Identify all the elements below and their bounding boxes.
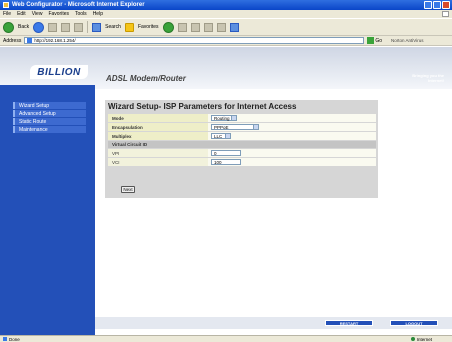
menu-view[interactable]: View <box>32 11 43 17</box>
menu-edit[interactable]: Edit <box>17 11 26 17</box>
sidebar-nav: Wizard Setup Advanced Setup Static Route… <box>0 89 95 335</box>
messenger-icon[interactable] <box>229 22 239 32</box>
back-button-label[interactable]: Back <box>18 24 29 30</box>
page-content: BILLION ADSL Modem/Router Bringing you t… <box>0 47 452 335</box>
multiplex-select-value: LLC <box>214 133 223 139</box>
status-text: Done <box>9 336 20 342</box>
chevron-down-icon <box>225 134 230 138</box>
minimize-button[interactable] <box>424 1 432 9</box>
wizard-title: Wizard Setup- ISP Parameters for Interne… <box>108 102 297 111</box>
ie-icon <box>3 2 9 8</box>
vpi-value-cell: 0 <box>208 149 376 157</box>
menu-bar: File Edit View Favorites Tools Help <box>0 10 452 18</box>
sidebar-item-static-route[interactable]: Static Route <box>13 118 86 125</box>
encapsulation-row: Encapsulation PPPoE <box>108 123 376 131</box>
norton-antivirus-link[interactable]: Norton AntiVirus <box>391 38 423 43</box>
search-button-label[interactable]: Search <box>105 24 121 30</box>
toolbar-separator <box>87 21 89 33</box>
back-arrow-icon[interactable] <box>3 21 14 33</box>
mail-icon[interactable] <box>190 22 200 32</box>
go-button[interactable]: Go <box>367 37 382 44</box>
security-zone: Internet <box>410 336 432 342</box>
logout-button[interactable]: LOGOUT <box>390 320 438 326</box>
wizard-panel: Wizard Setup- ISP Parameters for Interne… <box>105 100 378 198</box>
encapsulation-value-cell: PPPoE <box>208 123 376 131</box>
home-icon[interactable] <box>74 22 84 32</box>
page-done-icon <box>3 337 7 341</box>
vpi-label: VPI <box>108 149 208 157</box>
tagline: Bringing you the Internet! <box>412 73 444 83</box>
chevron-down-icon <box>253 125 258 129</box>
main-content: Wizard Setup- ISP Parameters for Interne… <box>95 89 452 335</box>
media-icon[interactable] <box>162 21 174 33</box>
windows-logo-icon <box>442 11 449 17</box>
next-button[interactable]: Next <box>121 186 135 193</box>
globe-icon <box>410 337 415 341</box>
tagline-line-2: Internet! <box>428 78 444 83</box>
mode-select-value: Routing <box>214 115 230 121</box>
restart-button[interactable]: RESTART <box>325 320 373 326</box>
menu-favorites[interactable]: Favorites <box>48 11 69 17</box>
address-label: Address <box>3 37 22 44</box>
vpi-row: VPI 0 <box>108 149 376 157</box>
search-icon[interactable] <box>92 22 102 32</box>
vci-value-cell: 100 <box>208 158 376 166</box>
forward-arrow-icon[interactable] <box>33 21 45 33</box>
router-header: BILLION ADSL Modem/Router Bringing you t… <box>0 47 452 89</box>
maximize-button[interactable] <box>433 1 441 9</box>
chevron-down-icon <box>231 116 236 120</box>
sidebar-item-wizard-setup[interactable]: Wizard Setup <box>13 102 86 109</box>
vci-row: VCI 100 <box>108 158 376 166</box>
zone-label: Internet <box>416 336 432 342</box>
address-url: http://192.168.1.254/ <box>34 38 76 43</box>
status-bar: Done Internet <box>0 335 452 342</box>
mode-select[interactable]: Routing <box>211 115 237 121</box>
address-bar: Address http://192.168.1.254/ Go Norton … <box>0 36 452 46</box>
print-icon[interactable] <box>203 22 213 32</box>
menu-help[interactable]: Help <box>93 11 103 17</box>
vpi-input[interactable]: 0 <box>211 150 241 156</box>
address-input[interactable]: http://192.168.1.254/ <box>24 37 365 44</box>
virtual-circuit-section: Virtual Circuit ID <box>108 141 376 148</box>
billion-logo: BILLION <box>30 65 88 79</box>
mode-label: Mode <box>108 114 208 122</box>
history-icon[interactable] <box>177 22 187 32</box>
menu-tools[interactable]: Tools <box>75 11 87 17</box>
edit-icon[interactable] <box>216 22 226 32</box>
go-label: Go <box>375 37 383 44</box>
stop-icon[interactable] <box>48 22 58 32</box>
product-name: ADSL Modem/Router <box>106 74 186 83</box>
window-title: Web Configurator - Microsoft Internet Ex… <box>12 2 145 8</box>
go-arrow-icon <box>367 37 375 44</box>
multiplex-value-cell: LLC <box>208 132 376 140</box>
multiplex-label: Multiplex <box>108 132 208 140</box>
encapsulation-label: Encapsulation <box>108 123 208 131</box>
vci-input[interactable]: 100 <box>211 159 241 165</box>
window-controls <box>424 1 450 9</box>
sidebar-item-advanced-setup[interactable]: Advanced Setup <box>13 110 86 117</box>
refresh-icon[interactable] <box>61 22 71 32</box>
mode-value-cell: Routing <box>208 114 376 122</box>
encapsulation-select-value: PPPoE <box>214 124 229 130</box>
mode-row: Mode Routing <box>108 114 376 122</box>
multiplex-row: Multiplex LLC <box>108 132 376 140</box>
menu-file[interactable]: File <box>3 11 11 17</box>
favorites-button-label[interactable]: Favorites <box>138 24 159 30</box>
vci-label: VCI <box>108 158 208 166</box>
multiplex-select[interactable]: LLC <box>211 133 231 139</box>
close-button[interactable] <box>442 1 450 9</box>
toolbar: Back Search Favorites <box>0 18 452 36</box>
sidebar-item-maintenance[interactable]: Maintenance <box>13 126 86 133</box>
page-icon <box>27 38 33 43</box>
encapsulation-select[interactable]: PPPoE <box>211 124 259 130</box>
title-bar: Web Configurator - Microsoft Internet Ex… <box>0 0 452 10</box>
favorites-star-icon[interactable] <box>124 22 134 32</box>
